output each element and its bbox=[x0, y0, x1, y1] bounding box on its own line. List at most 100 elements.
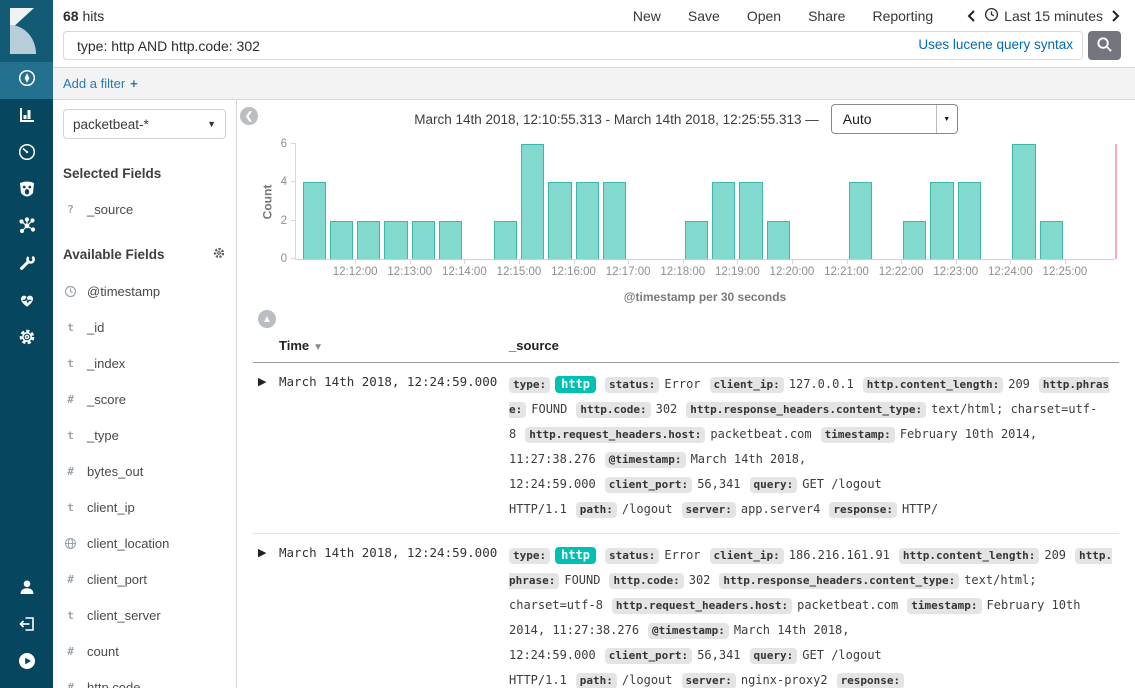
gear-icon bbox=[17, 327, 37, 352]
time-back-button[interactable] bbox=[966, 9, 977, 23]
x-tick-label: 12:15:00 bbox=[497, 266, 542, 278]
source-field-value: /logout bbox=[622, 502, 673, 516]
bar-chart-icon bbox=[17, 105, 37, 130]
x-tick-mark bbox=[792, 259, 793, 264]
add-filter-link[interactable]: Add a filter+ bbox=[63, 76, 138, 91]
field-name: client_location bbox=[87, 536, 169, 551]
source-field-value: 209 bbox=[1044, 548, 1066, 562]
row-time: March 14th 2018, 12:24:59.000 bbox=[279, 372, 509, 522]
source-field-key: query: bbox=[750, 477, 798, 493]
field-item-source[interactable]: ?_source bbox=[63, 202, 226, 217]
collapse-chart-button[interactable]: ▲ bbox=[258, 310, 276, 328]
nav-spacer bbox=[0, 358, 53, 571]
histogram-bar[interactable] bbox=[739, 182, 762, 259]
field-item-clientserver[interactable]: tclient_server bbox=[63, 608, 226, 623]
source-field-value: Error bbox=[664, 548, 700, 562]
filter-bar: Add a filter+ bbox=[53, 67, 1135, 100]
time-column-header[interactable]: Time▼ bbox=[279, 338, 509, 353]
field-item-id[interactable]: t_id bbox=[63, 320, 226, 335]
histogram-bar[interactable] bbox=[603, 182, 626, 259]
histogram-bar[interactable] bbox=[903, 221, 926, 259]
nav-item-monitoring[interactable] bbox=[0, 284, 53, 321]
source-field-key: client_port: bbox=[605, 648, 692, 664]
source-field-value-highlighted: http bbox=[555, 376, 596, 393]
source-field-value: 186.216.161.91 bbox=[789, 548, 890, 562]
nav-item-collapse[interactable] bbox=[0, 645, 53, 682]
field-item-count[interactable]: #count bbox=[63, 644, 226, 659]
expand-row-caret-icon[interactable]: ▶ bbox=[253, 372, 279, 522]
timepicker-button[interactable]: Last 15 minutes bbox=[984, 7, 1103, 25]
histogram-bar[interactable] bbox=[1040, 221, 1063, 259]
text-field-icon: t bbox=[63, 609, 78, 622]
nav-item-management[interactable] bbox=[0, 321, 53, 358]
menu-item-share[interactable]: Share bbox=[808, 8, 845, 24]
histogram-bar[interactable] bbox=[767, 221, 790, 259]
field-item-clientport[interactable]: #client_port bbox=[63, 572, 226, 587]
row-time: March 14th 2018, 12:24:59.000 bbox=[279, 543, 509, 688]
histogram-bar[interactable] bbox=[521, 144, 544, 259]
y-tick-label: 6 bbox=[281, 138, 287, 150]
menu-item-open[interactable]: Open bbox=[747, 8, 781, 24]
source-field-key: path: bbox=[576, 673, 617, 688]
field-item-type[interactable]: t_type bbox=[63, 428, 226, 443]
search-button[interactable] bbox=[1088, 31, 1121, 60]
x-tick-label: 12:17:00 bbox=[606, 266, 651, 278]
x-tick-label: 12:24:00 bbox=[988, 266, 1033, 278]
source-field-key: http.content_length: bbox=[863, 377, 1003, 393]
histogram-bar[interactable] bbox=[958, 182, 981, 259]
time-forward-button[interactable] bbox=[1110, 9, 1121, 23]
index-pattern-selector[interactable]: packetbeat-* ▼ bbox=[63, 109, 226, 139]
field-item-bytesout[interactable]: #bytes_out bbox=[63, 464, 226, 479]
nav-item-account[interactable] bbox=[0, 571, 53, 608]
source-field-key: client_ip: bbox=[710, 377, 784, 393]
interval-select[interactable]: Auto ▼ bbox=[831, 104, 958, 134]
source-field-key: http.request_headers.host: bbox=[612, 598, 792, 614]
nav-item-dashboard[interactable] bbox=[0, 136, 53, 173]
field-name: _score bbox=[87, 392, 126, 407]
menu-item-reporting[interactable]: Reporting bbox=[872, 8, 933, 24]
field-item-httpcode[interactable]: #http.code bbox=[63, 680, 226, 688]
field-item-index[interactable]: t_index bbox=[63, 356, 226, 371]
histogram-plot[interactable]: Count 024612:12:0012:13:0012:14:0012:15:… bbox=[295, 144, 1115, 260]
nav-item-timelion[interactable] bbox=[0, 173, 53, 210]
histogram-bar[interactable] bbox=[849, 182, 872, 259]
y-tick-mark bbox=[291, 143, 296, 144]
expand-row-caret-icon[interactable]: ▶ bbox=[253, 543, 279, 688]
y-tick-label: 2 bbox=[281, 215, 287, 227]
field-item-clientip[interactable]: tclient_ip bbox=[63, 500, 226, 515]
field-item-score[interactable]: #_score bbox=[63, 392, 226, 407]
source-field-key: http.code: bbox=[576, 402, 650, 418]
collapse-sidebar-button[interactable]: ❮ bbox=[240, 107, 258, 125]
nav-item-logout[interactable] bbox=[0, 608, 53, 645]
nav-item-machine-learning[interactable] bbox=[0, 210, 53, 247]
source-field-key: timestamp: bbox=[821, 427, 895, 443]
menu-item-save[interactable]: Save bbox=[688, 8, 720, 24]
histogram-bar[interactable] bbox=[548, 182, 571, 259]
histogram-bar[interactable] bbox=[930, 182, 953, 259]
kibana-logo[interactable] bbox=[0, 0, 53, 62]
histogram-bar[interactable] bbox=[412, 221, 435, 259]
histogram-bar[interactable] bbox=[712, 182, 735, 259]
histogram-bar[interactable] bbox=[1012, 144, 1035, 259]
histogram-bar[interactable] bbox=[576, 182, 599, 259]
nav-item-discover[interactable] bbox=[0, 62, 53, 99]
histogram-bar[interactable] bbox=[357, 221, 380, 259]
menu-item-new[interactable]: New bbox=[633, 8, 661, 24]
source-field-key: http.content_length: bbox=[899, 548, 1039, 564]
row-source: type:httpstatus:Errorclient_ip:186.216.1… bbox=[509, 543, 1119, 688]
nav-item-dev-tools[interactable] bbox=[0, 247, 53, 284]
field-item-timestamp[interactable]: @timestamp bbox=[63, 284, 226, 299]
source-field-value: 302 bbox=[689, 573, 711, 587]
field-item-clientlocation[interactable]: client_location bbox=[63, 536, 226, 551]
histogram-bar[interactable] bbox=[384, 221, 407, 259]
histogram-bar[interactable] bbox=[303, 182, 326, 259]
histogram-bar[interactable] bbox=[330, 221, 353, 259]
histogram-bar[interactable] bbox=[439, 221, 462, 259]
field-name: bytes_out bbox=[87, 464, 143, 479]
histogram-bar[interactable] bbox=[494, 221, 517, 259]
histogram-bar[interactable] bbox=[685, 221, 708, 259]
lucene-syntax-link[interactable]: Uses lucene query syntax bbox=[918, 37, 1073, 52]
source-field-value: /logout bbox=[622, 673, 673, 687]
field-settings-gear-icon[interactable] bbox=[212, 246, 226, 263]
nav-item-visualize[interactable] bbox=[0, 99, 53, 136]
